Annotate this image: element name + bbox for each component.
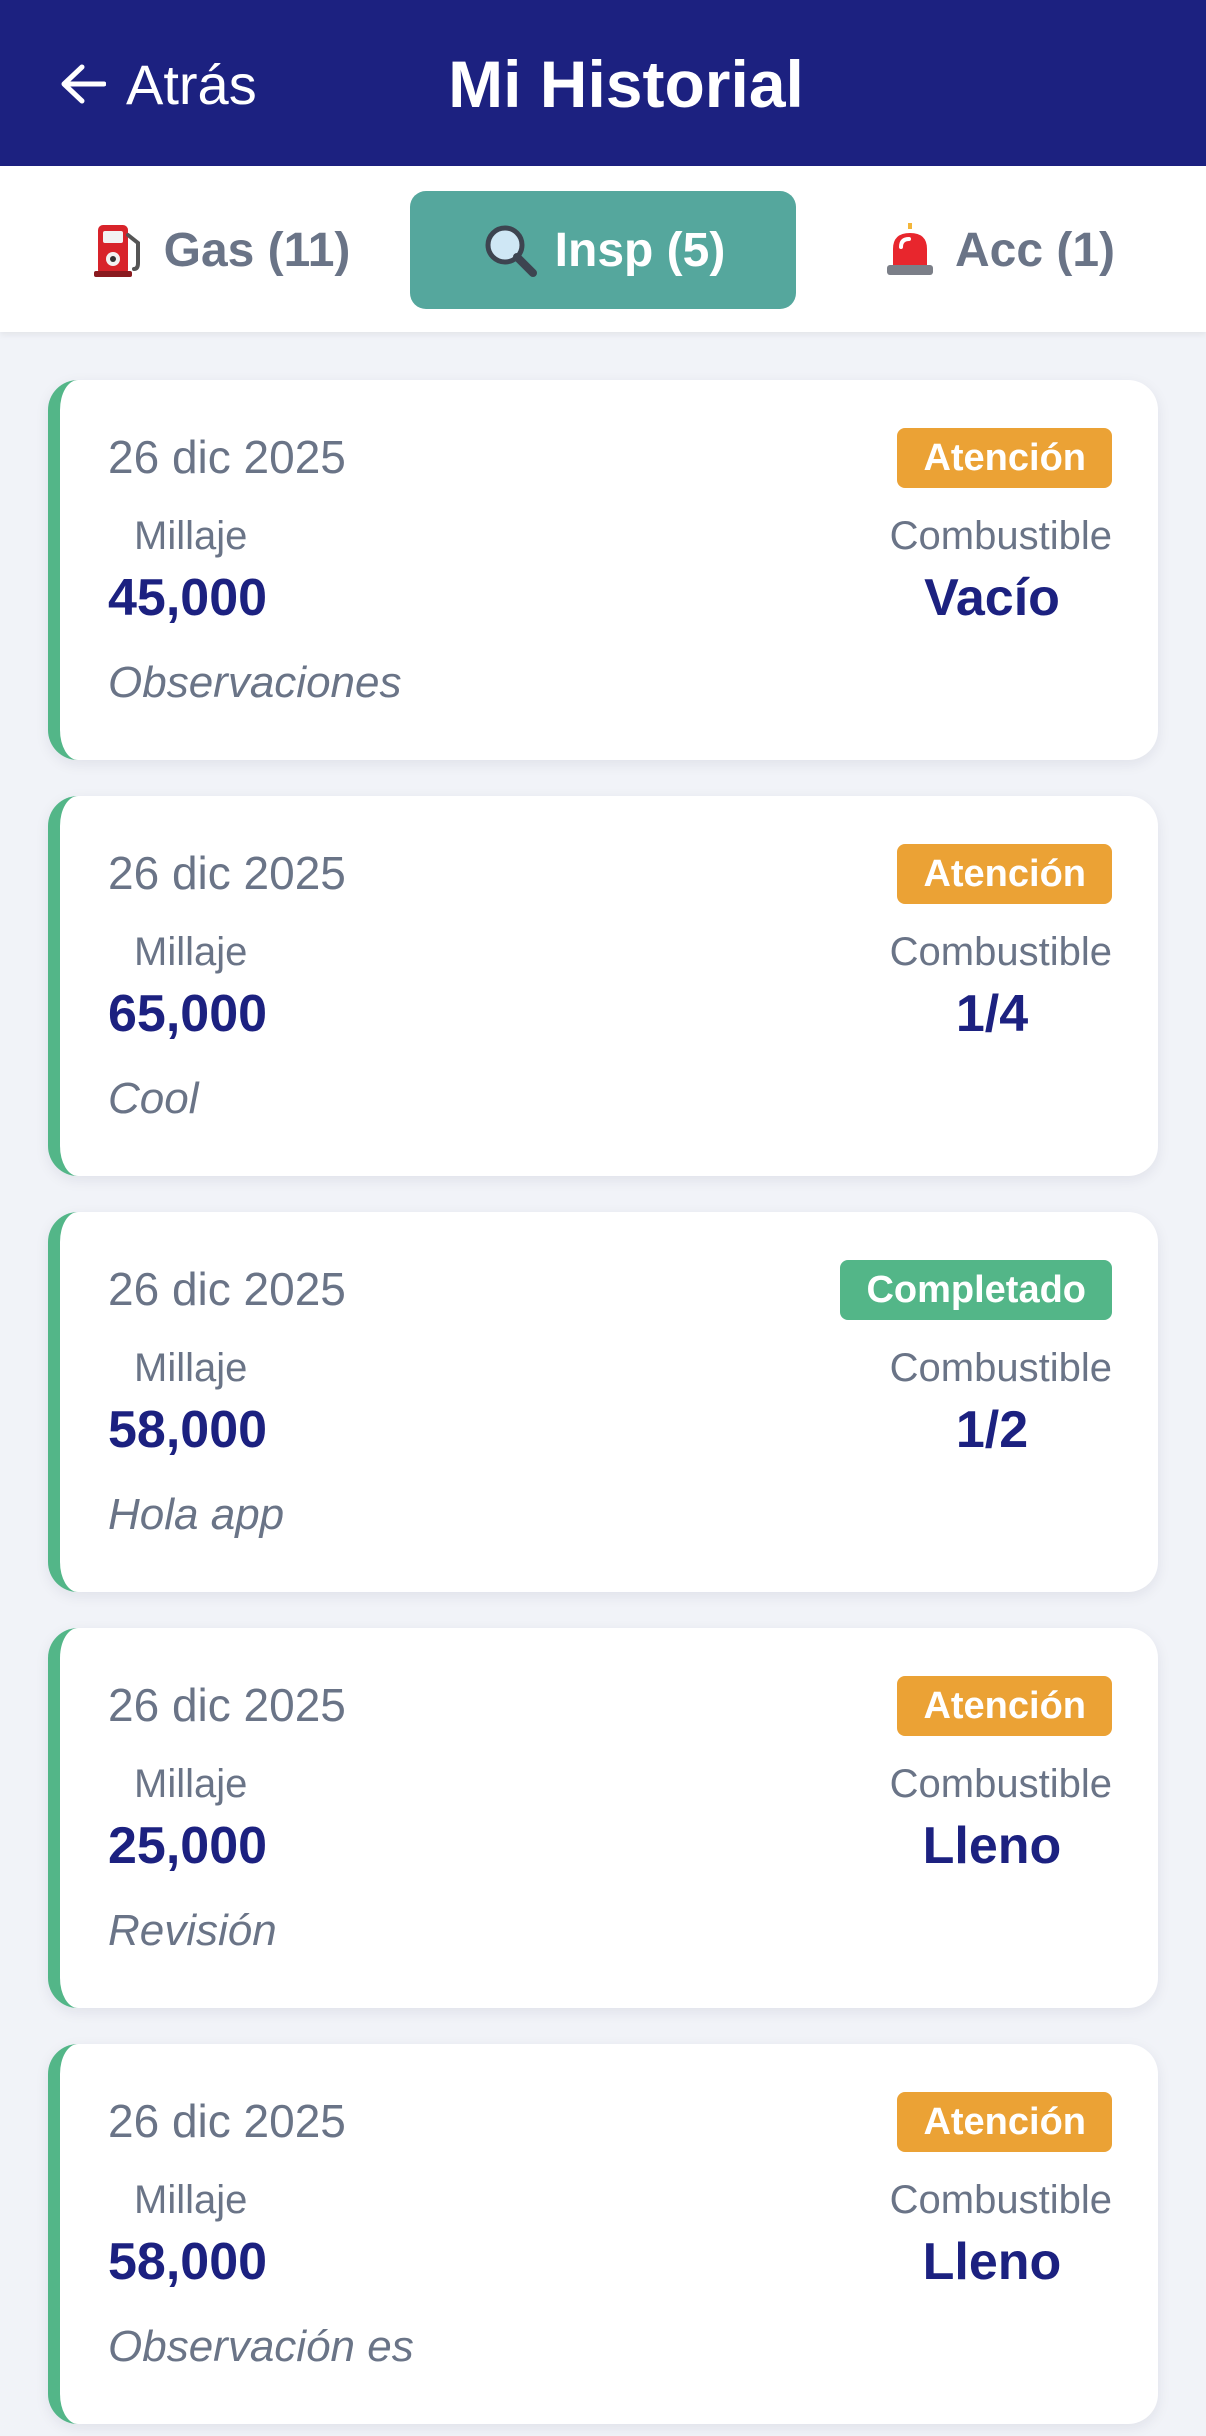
inspection-date: 26 dic 2025 [108,431,346,483]
inspection-notes: Hola app [108,1490,285,1539]
mileage-label: Millaje [134,1346,248,1390]
fuel-label: Combustible [889,2178,1112,2222]
fuel-label: Combustible [889,930,1112,974]
tab-gas-label: Gas (11) [163,223,351,277]
inspection-notes: Observaciones [108,658,402,707]
app-header: Atrás Mi Historial [0,0,1206,166]
status-badge: Atención [897,844,1112,904]
mileage-label: Millaje [134,1762,248,1806]
mileage-value: 58,000 [108,2233,268,2291]
status-badge: Atención [897,428,1112,488]
inspection-date: 26 dic 2025 [108,2095,346,2147]
tab-acc-label: Acc (1) [954,223,1116,277]
inspection-card[interactable]: 26 dic 2025 Atención Millaje 58,000 Comb… [48,2044,1158,2424]
inspection-date: 26 dic 2025 [108,1263,346,1315]
inspection-card[interactable]: 26 dic 2025 Completado Millaje 58,000 Co… [48,1212,1158,1592]
mileage-label: Millaje [134,930,248,974]
inspection-notes: Revisión [108,1906,277,1955]
status-badge: Atención [897,1676,1112,1736]
fuel-value: 1/4 [955,985,1029,1043]
mileage-label: Millaje [134,514,248,558]
tab-insp-label: Insp (5) [554,223,726,277]
magnifier-icon [485,225,537,277]
page-title: Mi Historial [448,47,804,121]
status-badge: Completado [840,1260,1112,1320]
mileage-value: 65,000 [108,985,268,1043]
mileage-label: Millaje [134,2178,248,2222]
fuel-value: Lleno [922,1817,1062,1875]
mileage-value: 25,000 [108,1817,268,1875]
fuel-label: Combustible [889,514,1112,558]
fuel-value: Lleno [922,2233,1062,2291]
inspection-card[interactable]: 26 dic 2025 Atención Millaje 25,000 Comb… [48,1628,1158,2008]
history-tabs: Gas (11) Insp (5) Acc (1) [0,166,1206,332]
fuel-label: Combustible [889,1346,1112,1390]
tab-insp[interactable]: Insp (5) [410,191,796,309]
mileage-value: 45,000 [108,569,268,627]
inspection-date: 26 dic 2025 [108,1679,346,1731]
tab-gas[interactable]: Gas (11) [80,191,360,309]
mileage-value: 58,000 [108,1401,268,1459]
inspection-notes: Cool [108,1074,199,1123]
fuel-pump-icon [93,225,140,277]
fuel-value: 1/2 [955,1401,1029,1459]
inspection-notes: Observación es [108,2322,414,2371]
inspection-date: 26 dic 2025 [108,847,346,899]
inspection-card[interactable]: 26 dic 2025 Atención Millaje 45,000 Comb… [48,380,1158,760]
fuel-label: Combustible [889,1762,1112,1806]
fuel-value: Vacío [924,569,1060,627]
tab-acc[interactable]: Acc (1) [862,191,1134,309]
status-badge: Atención [897,2092,1112,2152]
siren-icon [886,223,933,275]
inspection-card[interactable]: 26 dic 2025 Atención Millaje 65,000 Comb… [48,796,1158,1176]
